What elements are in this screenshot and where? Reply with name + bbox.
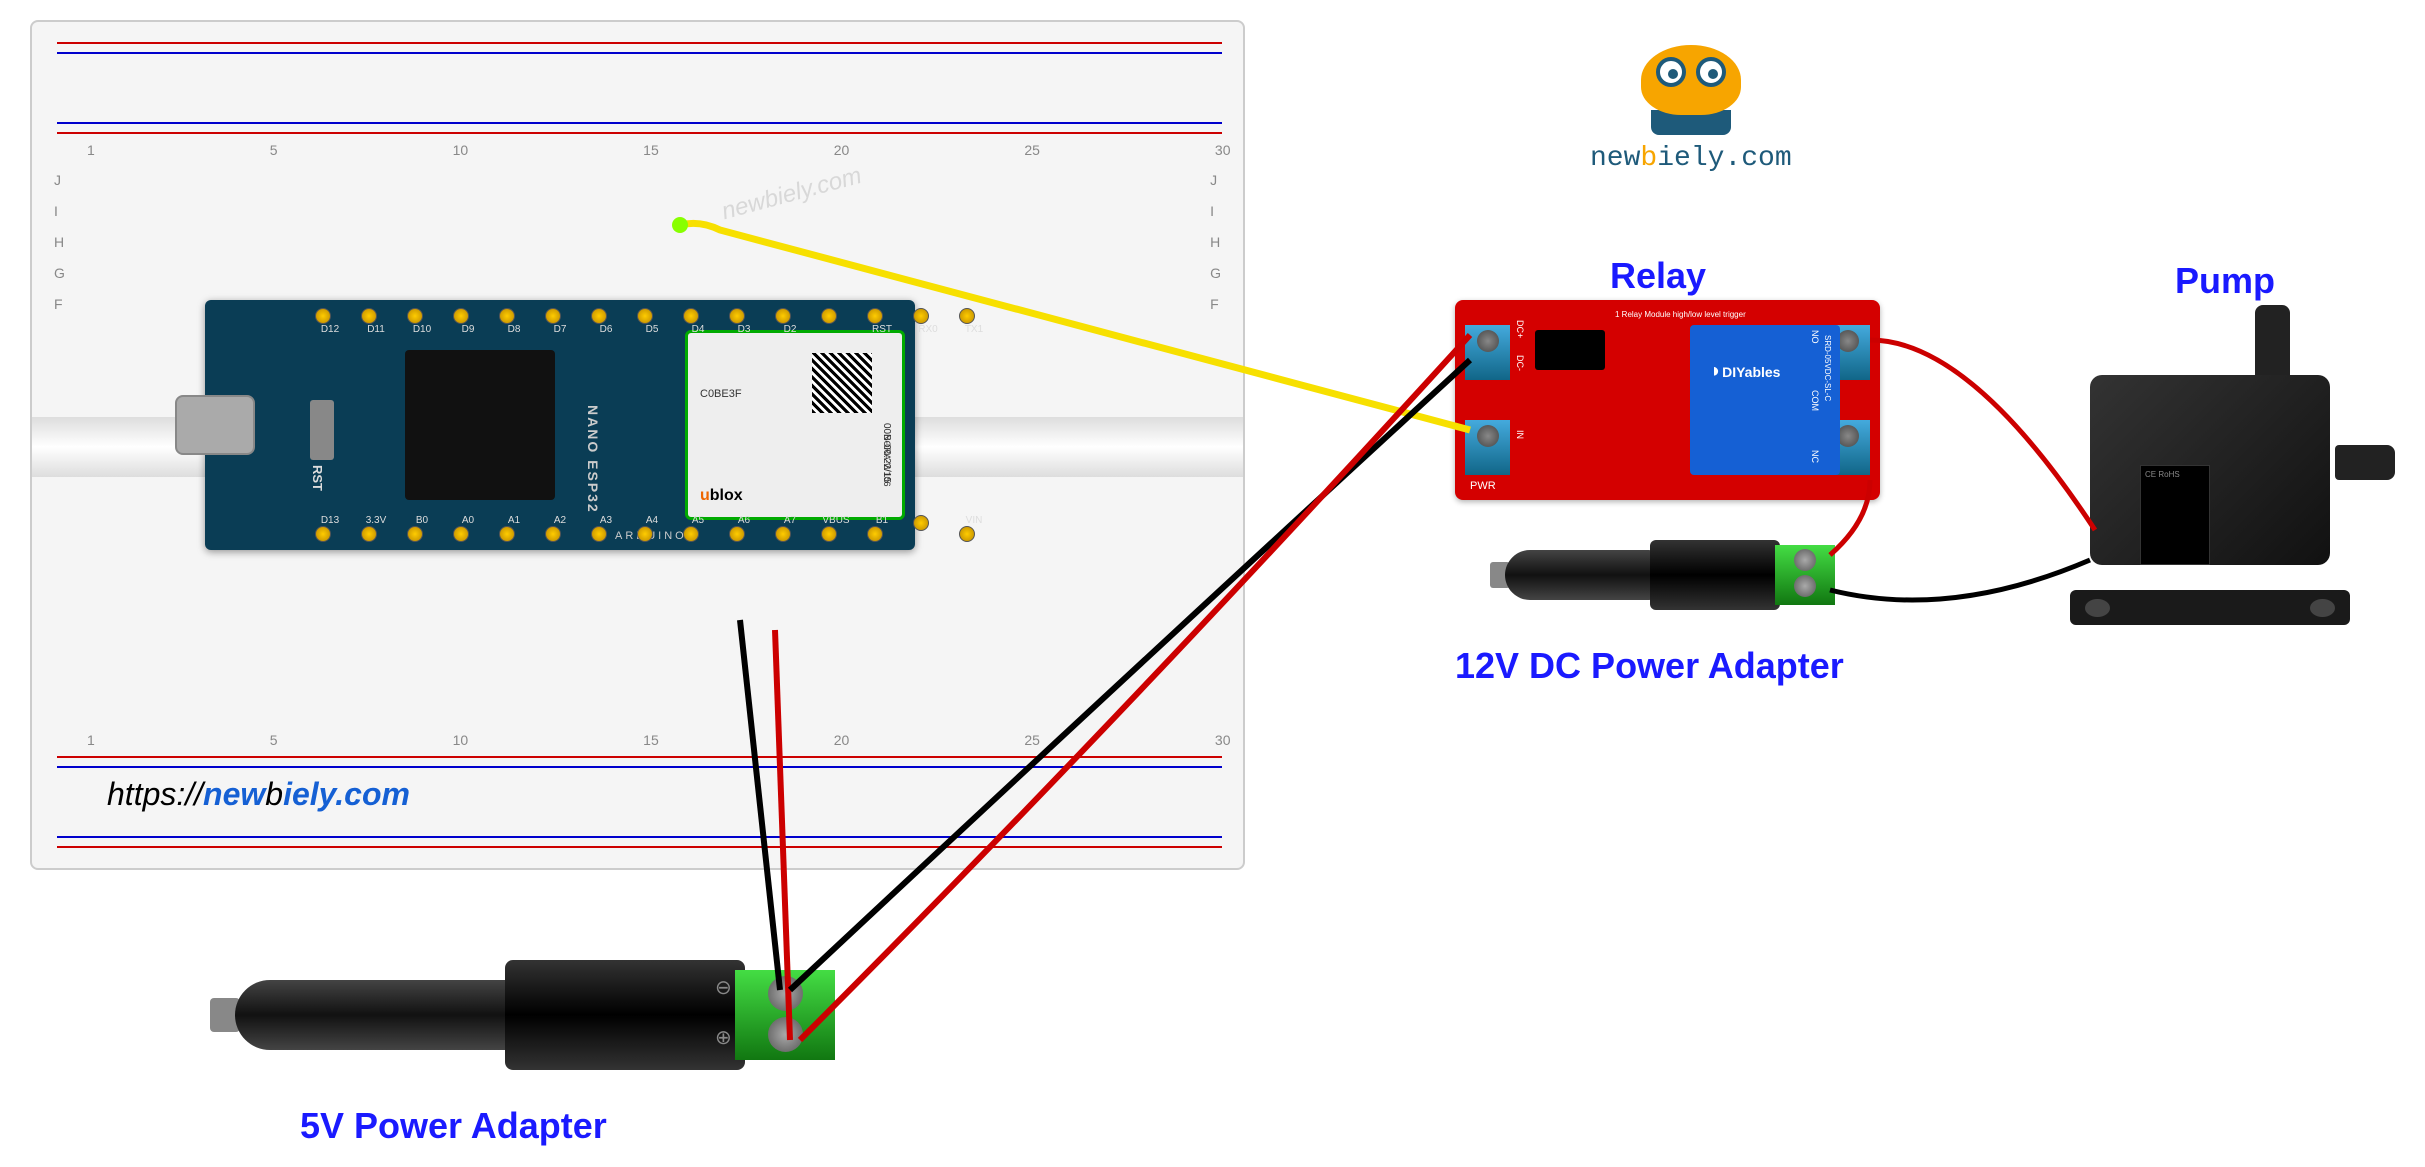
pump-body: CE RoHS: [2090, 375, 2330, 565]
pump-label: Pump: [2175, 260, 2275, 302]
power-rail-top-pos2: [57, 132, 1222, 134]
jack-terminal-block: [1775, 545, 1835, 605]
relay-dc-plus-label: DC+: [1515, 320, 1525, 338]
jack-terminal-block: [735, 970, 835, 1060]
nano-logo-text: NANO ESP32: [585, 405, 601, 514]
pin-header-top: D12 D11 D10 D9 D8 D7 D6 D5 D4 D3 D2 RST …: [315, 308, 989, 335]
row-labels-right: J I H G F: [1210, 172, 1221, 312]
column-numbers-bottom: 1 5 10 15 20 25 30: [87, 732, 1230, 748]
power-rail-top-pos: [57, 42, 1222, 44]
power-rail-top-neg: [57, 52, 1222, 54]
row-labels-left: J I H G F: [54, 172, 65, 312]
relay-terminal-dc: [1465, 325, 1510, 380]
dc-jack-12v: [1505, 530, 1845, 620]
relay-model: SRD-05VDC-SL-C: [1823, 335, 1832, 401]
jack-body: [505, 960, 745, 1070]
power-rail-bot-pos: [57, 756, 1222, 758]
relay-ic-chip: [1535, 330, 1605, 370]
relay-label: Relay: [1610, 255, 1706, 297]
pump-base: [2070, 590, 2350, 625]
relay-terminal-in: [1465, 420, 1510, 475]
water-pump: CE RoHS: [2060, 315, 2380, 625]
power-rail-bot-pos2: [57, 846, 1222, 848]
owl-icon: [1641, 45, 1741, 115]
relay-pwr-led-label: PWR: [1470, 480, 1496, 492]
jack-body: [1650, 540, 1780, 610]
qr-code-icon: [812, 353, 872, 413]
polarity-minus-icon: ⊖: [715, 975, 732, 1000]
newbiely-logo: newbiely.com: [1590, 45, 1792, 174]
jack-barrel: [1505, 550, 1655, 600]
esp32-chip: [405, 350, 555, 500]
pump-outlet-side: [2335, 445, 2395, 480]
power-rail-top-neg2: [57, 122, 1222, 124]
logo-text: newbiely.com: [1590, 143, 1792, 174]
relay-com-label: COM: [1810, 390, 1820, 411]
pump-spec-sticker: CE RoHS: [2140, 465, 2210, 565]
relay-nc-label: NC: [1810, 450, 1820, 463]
jack-barrel: [235, 980, 515, 1050]
power-rail-bot-neg2: [57, 836, 1222, 838]
wiring-diagram: 1 5 10 15 20 25 30 J I H G F J I H G F 1…: [0, 0, 2425, 1167]
rf-module: C0BE3F uu-bloxblox 00B-00.22/15 NORA-W10…: [685, 330, 905, 520]
relay-no-label: NO: [1810, 330, 1820, 344]
rst-label: RST: [310, 465, 325, 491]
adapter-12v-label: 12V DC Power Adapter: [1455, 645, 1844, 687]
pin-header-bottom: D13 3.3V B0 A0 A1 A2 A3 A4 A5 A6 A7 VBUS…: [315, 515, 989, 542]
relay-module-text: 1 Relay Module high/low level trigger: [1615, 310, 1746, 319]
module-code: C0BE3F: [700, 388, 742, 400]
module-model: NORA-W106: [882, 434, 892, 487]
arduino-nano-esp32: RST NANO ESP32 ARDUINO C0BE3F uu-bloxblo…: [205, 300, 915, 550]
pump-outlet-top: [2255, 305, 2290, 380]
relay-dc-minus-label: DC-: [1515, 355, 1525, 371]
source-url: https://newbiely.com: [107, 776, 410, 813]
relay-module: ◗DIYables SRD-05VDC-SL-C DC+ DC- IN NO C…: [1455, 300, 1880, 500]
dc-jack-5v: ⊖ ⊕: [235, 940, 885, 1090]
polarity-plus-icon: ⊕: [715, 1025, 732, 1050]
diyables-logo: ◗DIYables: [1710, 360, 1780, 383]
wire-12v-pump-gnd: [1830, 560, 2090, 600]
relay-in-pin-label: IN: [1515, 430, 1525, 439]
power-rail-bot-neg: [57, 766, 1222, 768]
usb-c-port: [175, 395, 255, 455]
column-numbers-top: 1 5 10 15 20 25 30: [87, 142, 1230, 158]
adapter-5v-label: 5V Power Adapter: [300, 1105, 607, 1147]
reset-button: [310, 400, 334, 460]
ublox-logo: uu-bloxblox: [700, 487, 743, 505]
